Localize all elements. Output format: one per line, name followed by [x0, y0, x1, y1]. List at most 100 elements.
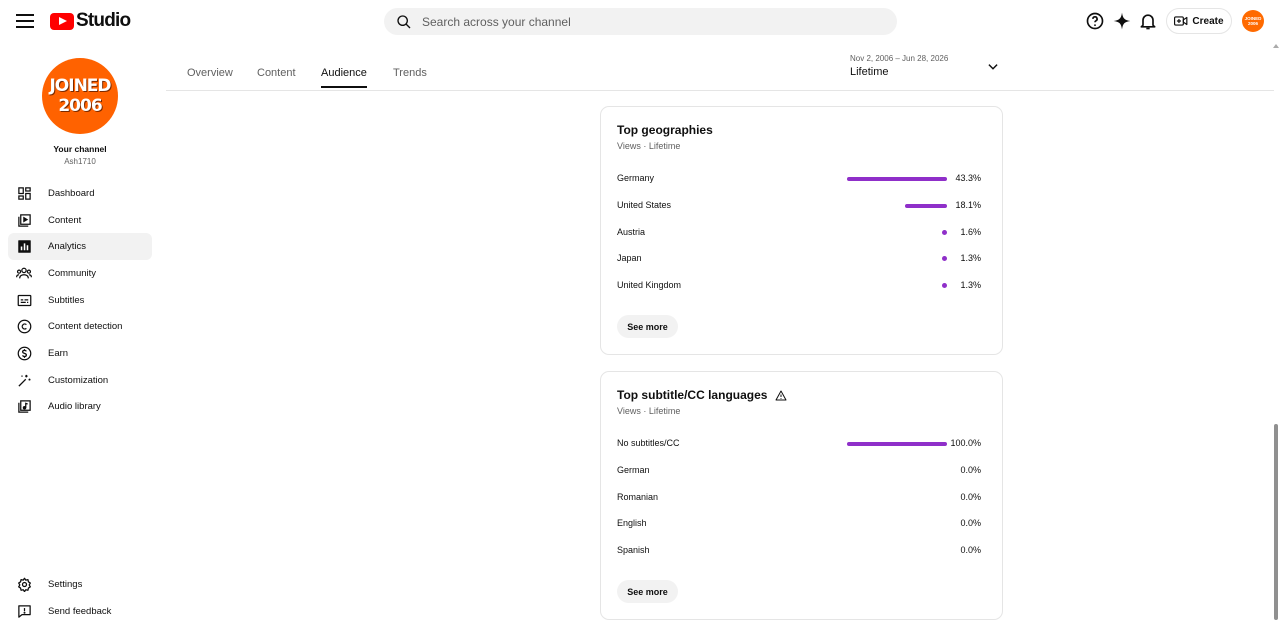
sidebar: JOINED 2006 Your channel Ash1710 Dashboa…: [0, 42, 160, 630]
see-more-button[interactable]: See more: [617, 315, 678, 338]
sidebar-item-dashboard[interactable]: Dashboard: [8, 180, 152, 207]
sidebar-item-label: Content: [48, 214, 82, 226]
sidebar-item-label: Analytics: [48, 241, 87, 253]
account-avatar[interactable]: JOINED 2006: [1242, 10, 1264, 32]
copyright-icon: [17, 319, 31, 334]
search-input[interactable]: [422, 14, 862, 29]
value-bar: [942, 283, 947, 288]
value-bar: [905, 204, 947, 208]
dashboard-icon: [17, 187, 31, 200]
row-percent: 0.0%: [960, 465, 981, 475]
analytics-tabs: Overview Content Audience Trends Nov 2, …: [166, 52, 1274, 91]
card-subtitle: Views · Lifetime: [617, 406, 681, 416]
community-icon: [16, 267, 32, 279]
sidebar-item-label: Earn: [48, 347, 69, 359]
sidebar-item-label: Content detection: [48, 321, 123, 333]
search-icon: [397, 14, 411, 28]
channel-avatar[interactable]: JOINED 2006: [42, 58, 118, 134]
row-percent: 1.3%: [960, 253, 981, 263]
sidebar-item-label: Customization: [48, 374, 109, 386]
date-range-text: Nov 2, 2006 – Jun 28, 2026: [850, 54, 949, 63]
create-label: Create: [1192, 15, 1224, 27]
channel-label: Your channel: [53, 144, 107, 154]
table-row: English 0.0%: [617, 518, 983, 532]
hamburger-menu-icon[interactable]: [14, 10, 36, 32]
scroll-up-arrow-icon[interactable]: [1273, 44, 1279, 48]
sidebar-bottom-nav: Settings Send feedback: [8, 571, 152, 624]
row-percent: 0.0%: [960, 492, 981, 502]
card-title-text: Top geographies: [617, 123, 713, 137]
card-title: Top geographies: [617, 123, 713, 137]
channel-avatar-line2: 2006: [58, 96, 102, 116]
sidebar-item-label: Audio library: [48, 401, 101, 413]
sidebar-item-subtitles[interactable]: Subtitles: [8, 287, 152, 314]
dollar-icon: [17, 346, 31, 361]
top-bar: Studio Create JOINED 2006: [0, 0, 1280, 42]
chevron-down-icon: [988, 64, 998, 70]
sidebar-item-label: Settings: [48, 578, 83, 590]
table-row: Japan 1.3%: [617, 253, 983, 267]
sidebar-item-send-feedback[interactable]: Send feedback: [8, 598, 152, 625]
sidebar-item-analytics[interactable]: Analytics: [8, 233, 152, 261]
sidebar-item-label: Dashboard: [48, 187, 95, 199]
row-name: United States: [617, 200, 672, 210]
value-bar: [847, 442, 947, 446]
channel-avatar-line1: JOINED: [49, 76, 111, 96]
tab-overview[interactable]: Overview: [187, 67, 233, 88]
sidebar-item-settings[interactable]: Settings: [8, 571, 152, 598]
magic-wand-icon: [17, 374, 30, 387]
channel-handle: Ash1710: [64, 157, 96, 166]
tab-trends[interactable]: Trends: [393, 67, 427, 88]
scrollbar-thumb[interactable]: [1274, 424, 1278, 620]
create-button[interactable]: Create: [1166, 8, 1232, 34]
row-name: German: [617, 465, 650, 475]
search-bar[interactable]: [384, 8, 897, 35]
sidebar-nav: Dashboard Content Analytics Community Su…: [8, 180, 152, 420]
sidebar-item-label: Community: [48, 267, 97, 279]
row-name: Germany: [617, 173, 655, 183]
row-percent: 18.1%: [955, 200, 981, 210]
value-bar: [942, 256, 947, 261]
row-name: English: [617, 518, 647, 528]
warning-icon[interactable]: [775, 390, 787, 401]
sidebar-item-audio-library[interactable]: Audio library: [8, 394, 152, 421]
row-percent: 1.3%: [960, 280, 981, 290]
sidebar-item-customization[interactable]: Customization: [8, 367, 152, 394]
sidebar-item-community[interactable]: Community: [8, 260, 152, 287]
value-bar: [847, 177, 947, 181]
table-row: Spanish 0.0%: [617, 545, 983, 559]
row-name: Austria: [617, 227, 646, 237]
row-percent: 1.6%: [960, 227, 981, 237]
table-row: United Kingdom 1.3%: [617, 280, 983, 294]
create-video-icon: [1174, 16, 1188, 26]
table-row: Germany 43.3%: [617, 173, 983, 187]
sparkle-icon[interactable]: [1112, 11, 1132, 31]
tab-audience[interactable]: Audience: [321, 67, 367, 88]
subtitles-icon: [17, 294, 31, 306]
content-icon: [17, 213, 31, 227]
table-row: Romanian 0.0%: [617, 492, 983, 506]
logo-text: Studio: [76, 10, 131, 31]
studio-logo[interactable]: Studio: [50, 10, 131, 32]
gear-icon: [17, 577, 31, 592]
card-subtitle: Views · Lifetime: [617, 141, 681, 151]
see-more-button[interactable]: See more: [617, 580, 678, 603]
top-subtitle-languages-card: Top subtitle/CC languages Views · Lifeti…: [600, 371, 1003, 620]
table-row: German 0.0%: [617, 465, 983, 479]
table-row: No subtitles/CC 100.0%: [617, 438, 983, 452]
sidebar-item-label: Subtitles: [48, 294, 85, 306]
sidebar-item-earn[interactable]: Earn: [8, 340, 152, 367]
row-percent: 100.0%: [950, 438, 981, 448]
table-row: United States 18.1%: [617, 200, 983, 214]
sidebar-item-content-detection[interactable]: Content detection: [8, 313, 152, 340]
tab-content[interactable]: Content: [257, 67, 296, 88]
date-period-text: Lifetime: [850, 66, 889, 78]
analytics-icon: [17, 240, 31, 253]
card-title: Top subtitle/CC languages: [617, 388, 787, 402]
date-range-picker[interactable]: Nov 2, 2006 – Jun 28, 2026 Lifetime: [850, 52, 1000, 82]
sidebar-item-label: Send feedback: [48, 605, 112, 617]
row-name: Spanish: [617, 545, 650, 555]
sidebar-item-content[interactable]: Content: [8, 207, 152, 234]
notifications-bell-icon[interactable]: [1138, 11, 1158, 31]
help-icon[interactable]: [1085, 11, 1105, 31]
